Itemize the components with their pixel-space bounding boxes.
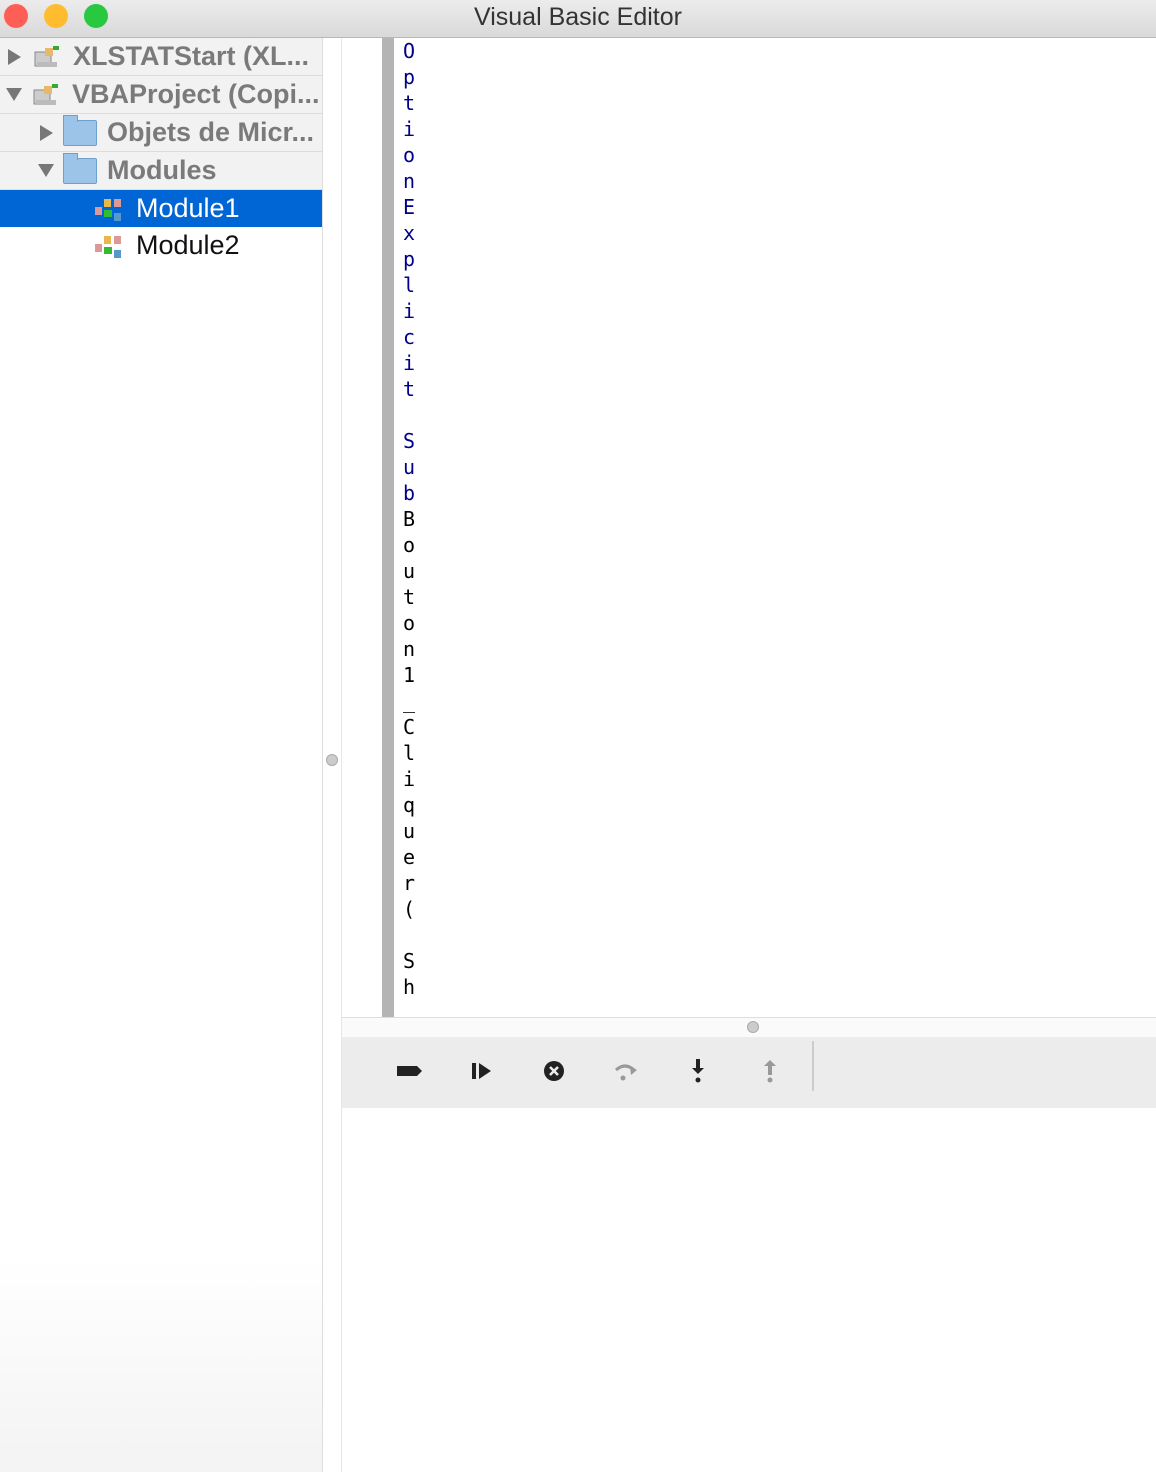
immediate-window[interactable] (342, 1108, 1156, 1472)
window-title: Visual Basic Editor (474, 3, 682, 31)
tree-item-label: Module1 (136, 193, 240, 223)
tree-item-label: Modules (107, 155, 217, 185)
title-bar: Visual Basic Editor (0, 0, 1156, 38)
folder-icon (63, 152, 97, 184)
module-icon (94, 232, 126, 260)
tree-item-label: Objets de Micr... (107, 117, 315, 147)
code-editor[interactable]: Option Explicit Sub Bouton1_Cliquer() Sh (403, 38, 417, 1018)
vertical-splitter[interactable] (323, 38, 342, 1472)
splitter-handle[interactable] (326, 754, 338, 766)
tree-item-modules[interactable]: Modules (0, 152, 322, 190)
code-margin[interactable] (382, 38, 394, 1018)
tree-item-module2[interactable]: Module2 (0, 227, 322, 264)
step-into-button[interactable] (678, 1053, 718, 1089)
collapse-icon[interactable] (38, 164, 54, 177)
breakpoint-icon (397, 1066, 422, 1076)
run-icon (472, 1063, 491, 1079)
run-button[interactable] (462, 1053, 502, 1089)
tree-item-label: VBAProject (Copi... (72, 79, 320, 109)
code-text: Bouton1_Cliquer() (403, 507, 417, 921)
step-out-button[interactable] (750, 1053, 790, 1089)
debug-toolbar (342, 1037, 1156, 1108)
code-keyword: Sub (403, 429, 416, 505)
module-icon (94, 195, 126, 223)
stop-button[interactable] (534, 1053, 574, 1089)
expand-icon[interactable] (40, 124, 53, 141)
code-text: Sh (403, 949, 416, 999)
step-out-icon (764, 1060, 776, 1083)
code-keyword: Option Explicit (403, 39, 416, 401)
tree-item-vbaproject[interactable]: VBAProject (Copi... (0, 76, 322, 114)
step-over-icon (615, 1064, 637, 1081)
collapse-icon[interactable] (6, 88, 22, 101)
step-into-icon (692, 1059, 704, 1083)
project-explorer: XLSTATStart (XL... VBAProject (Copi... O… (0, 38, 323, 1472)
tree-item-xlstatstart[interactable]: XLSTATStart (XL... (0, 38, 322, 76)
step-over-button[interactable] (606, 1053, 646, 1089)
vba-project-icon (33, 44, 61, 70)
tree-item-label: Module2 (136, 230, 240, 260)
tree-item-module1[interactable]: Module1 (0, 190, 322, 227)
stop-icon (544, 1061, 564, 1081)
tree-item-label: XLSTATStart (XL... (73, 41, 309, 71)
tree-item-objets[interactable]: Objets de Micr... (0, 114, 322, 152)
folder-icon (63, 114, 97, 146)
horizontal-splitter[interactable] (342, 1017, 1156, 1038)
expand-icon[interactable] (8, 48, 21, 65)
splitter-handle[interactable] (747, 1021, 759, 1033)
toolbar-divider (812, 1041, 814, 1091)
toggle-breakpoint-button[interactable] (390, 1053, 430, 1089)
vba-project-icon (32, 82, 60, 108)
